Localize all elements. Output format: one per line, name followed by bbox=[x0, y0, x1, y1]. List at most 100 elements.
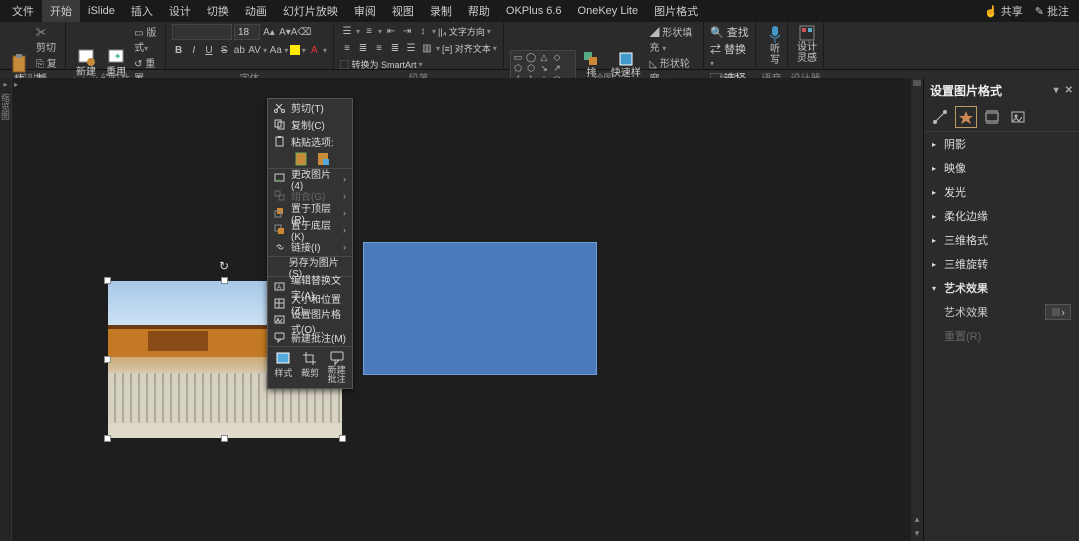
send-back-icon bbox=[274, 224, 285, 235]
align-text-button[interactable]: [≡] 对齐文本 bbox=[442, 42, 491, 55]
section-artistic-effects[interactable]: ▾艺术效果 bbox=[924, 276, 1079, 300]
section-soft-edges[interactable]: ▸柔化边缘 bbox=[924, 204, 1079, 228]
menu-view[interactable]: 视图 bbox=[384, 0, 422, 22]
group-paragraph: ☰▾ ≡▾ ⇤ ⇥ ↕▾ ||₄ 文字方向▾ ≡ ≣ ≡ ≣ ☰ ▥▾ [≡] … bbox=[334, 22, 504, 69]
ctx-new-comment[interactable]: 新建批注(M) bbox=[268, 329, 352, 346]
resize-handle-tc[interactable] bbox=[221, 277, 228, 284]
font-size-input[interactable]: 18 bbox=[234, 24, 260, 40]
bullets-button[interactable]: ☰ bbox=[340, 24, 354, 38]
menu-animation[interactable]: 动画 bbox=[237, 0, 275, 22]
menu-transition[interactable]: 切换 bbox=[199, 0, 237, 22]
ctx-change-picture[interactable]: 更改图片(4)› bbox=[268, 170, 352, 187]
menu-bar: 文件 开始 iSlide 插入 设计 切换 动画 幻灯片放映 审阅 视图 录制 … bbox=[0, 0, 1079, 22]
tab-size[interactable] bbox=[982, 107, 1002, 127]
case-button[interactable]: Aa bbox=[269, 43, 282, 57]
ctx-copy[interactable]: 复制(C) bbox=[268, 116, 352, 133]
panel-close-icon[interactable]: ✕ bbox=[1065, 85, 1073, 96]
menu-help[interactable]: 帮助 bbox=[460, 0, 498, 22]
ctx-cut[interactable]: 剪切(T) bbox=[268, 99, 352, 116]
resize-handle-tl[interactable] bbox=[104, 277, 111, 284]
replace-button[interactable]: ⇄ 替换 ▾ bbox=[710, 41, 749, 69]
panel-dropdown-icon[interactable]: ▾ bbox=[1054, 85, 1059, 96]
bring-front-icon bbox=[274, 207, 285, 218]
numbering-button[interactable]: ≡ bbox=[362, 24, 376, 38]
text-direction-button[interactable]: ||₄ 文字方向 bbox=[438, 25, 485, 38]
resize-handle-br[interactable] bbox=[339, 435, 346, 442]
artistic-effect-dropdown[interactable] bbox=[1045, 304, 1071, 320]
vertical-scrollbar[interactable]: ▴ ▾ bbox=[911, 78, 923, 541]
bold-button[interactable]: B bbox=[172, 43, 185, 57]
clipboard-icon bbox=[10, 54, 28, 74]
section-3d-rotation[interactable]: ▸三维旋转 bbox=[924, 252, 1079, 276]
designer-button[interactable]: 设计 灵感 bbox=[794, 24, 820, 65]
shadow-text-button[interactable]: ab bbox=[233, 43, 246, 57]
section-reflection[interactable]: ▸映像 bbox=[924, 156, 1079, 180]
tab-fill-line[interactable] bbox=[930, 107, 950, 127]
cut-button[interactable]: ✂ 剪切 bbox=[34, 24, 59, 54]
menu-slideshow[interactable]: 幻灯片放映 bbox=[275, 0, 346, 22]
section-3d-format[interactable]: ▸三维格式 bbox=[924, 228, 1079, 252]
ctx-link[interactable]: 链接(I)› bbox=[268, 238, 352, 255]
ctx-send-back[interactable]: 置于底层(K)› bbox=[268, 221, 352, 238]
justify-button[interactable]: ≣ bbox=[388, 41, 402, 55]
indent-dec-button[interactable]: ⇤ bbox=[384, 24, 398, 38]
menu-design[interactable]: 设计 bbox=[161, 0, 199, 22]
prev-slide-icon[interactable]: ▴ bbox=[915, 514, 920, 525]
menu-islide[interactable]: iSlide bbox=[80, 2, 123, 20]
menu-file[interactable]: 文件 bbox=[4, 0, 42, 22]
find-button[interactable]: 🔍 查找 bbox=[710, 24, 749, 40]
columns-button[interactable]: ▥ bbox=[420, 41, 434, 55]
align-right-button[interactable]: ≡ bbox=[372, 41, 386, 55]
smartart-button[interactable]: ⬚ 转换为 SmartArt bbox=[340, 58, 417, 71]
menu-insert[interactable]: 插入 bbox=[123, 0, 161, 22]
layout-button[interactable]: ▭ 版式▾ bbox=[132, 24, 159, 54]
clear-format-button[interactable]: A⌫ bbox=[294, 25, 308, 39]
slide-canvas[interactable]: ▸ ↻ 剪切(T) 复制(C) bbox=[12, 78, 923, 541]
group-designer: 设计 灵感 bbox=[788, 22, 824, 69]
canvas-chevron-icon[interactable]: ▸ bbox=[14, 80, 18, 89]
resize-handle-bc[interactable] bbox=[221, 435, 228, 442]
rotate-handle[interactable]: ↻ bbox=[219, 259, 231, 271]
distribute-button[interactable]: ☰ bbox=[404, 41, 418, 55]
mini-comment-button[interactable]: 新建 批注 bbox=[323, 349, 350, 386]
underline-button[interactable]: U bbox=[202, 43, 215, 57]
reuse-slide-icon bbox=[107, 48, 125, 66]
highlight-button[interactable] bbox=[290, 45, 299, 55]
font-name-input[interactable] bbox=[172, 24, 232, 40]
tab-picture[interactable] bbox=[1008, 107, 1028, 127]
resize-handle-bl[interactable] bbox=[104, 435, 111, 442]
menu-picformat[interactable]: 图片格式 bbox=[646, 0, 706, 22]
slide-shape[interactable] bbox=[363, 242, 597, 375]
change-pic-icon bbox=[274, 173, 285, 184]
tab-effects[interactable] bbox=[956, 107, 976, 127]
ctx-format-picture[interactable]: 设置图片格式(O)... bbox=[268, 312, 352, 329]
menu-review[interactable]: 审阅 bbox=[346, 0, 384, 22]
comment-button[interactable]: ✎ 批注 bbox=[1029, 0, 1075, 22]
menu-okplus[interactable]: OKPlus 6.6 bbox=[498, 2, 570, 20]
linespacing-button[interactable]: ↕ bbox=[416, 24, 430, 38]
resize-handle-ml[interactable] bbox=[104, 356, 111, 363]
mini-style-button[interactable]: 样式 bbox=[270, 349, 297, 386]
align-center-button[interactable]: ≣ bbox=[356, 41, 370, 55]
menu-onekey[interactable]: OneKey Lite bbox=[570, 2, 647, 20]
italic-button[interactable]: I bbox=[187, 43, 200, 57]
menu-home[interactable]: 开始 bbox=[42, 0, 80, 22]
section-shadow[interactable]: ▸阴影 bbox=[924, 132, 1079, 156]
dictate-button[interactable]: 听写 bbox=[762, 24, 788, 67]
menu-record[interactable]: 录制 bbox=[422, 0, 460, 22]
group-font: 18 A▴ A▾ A⌫ B I U S ab AV▾ Aa▾ ▾ A▾ bbox=[166, 22, 334, 69]
scrollbar-thumb[interactable] bbox=[913, 80, 921, 86]
font-color-button[interactable]: A bbox=[308, 43, 321, 57]
align-left-button[interactable]: ≡ bbox=[340, 41, 354, 55]
increase-font-button[interactable]: A▴ bbox=[262, 25, 276, 39]
side-strip[interactable]: ▸ 缩览图 bbox=[0, 78, 12, 541]
next-slide-icon[interactable]: ▾ bbox=[915, 528, 920, 539]
spacing-button[interactable]: AV bbox=[248, 43, 261, 57]
mini-crop-button[interactable]: 裁剪 bbox=[297, 349, 324, 386]
indent-inc-button[interactable]: ⇥ bbox=[400, 24, 414, 38]
share-button[interactable]: ☝ 共享 bbox=[978, 0, 1029, 22]
shape-fill-button[interactable]: ◢ 形状填充 ▾ bbox=[647, 24, 697, 54]
crop-icon bbox=[302, 351, 318, 365]
strike-button[interactable]: S bbox=[218, 43, 231, 57]
section-glow[interactable]: ▸发光 bbox=[924, 180, 1079, 204]
